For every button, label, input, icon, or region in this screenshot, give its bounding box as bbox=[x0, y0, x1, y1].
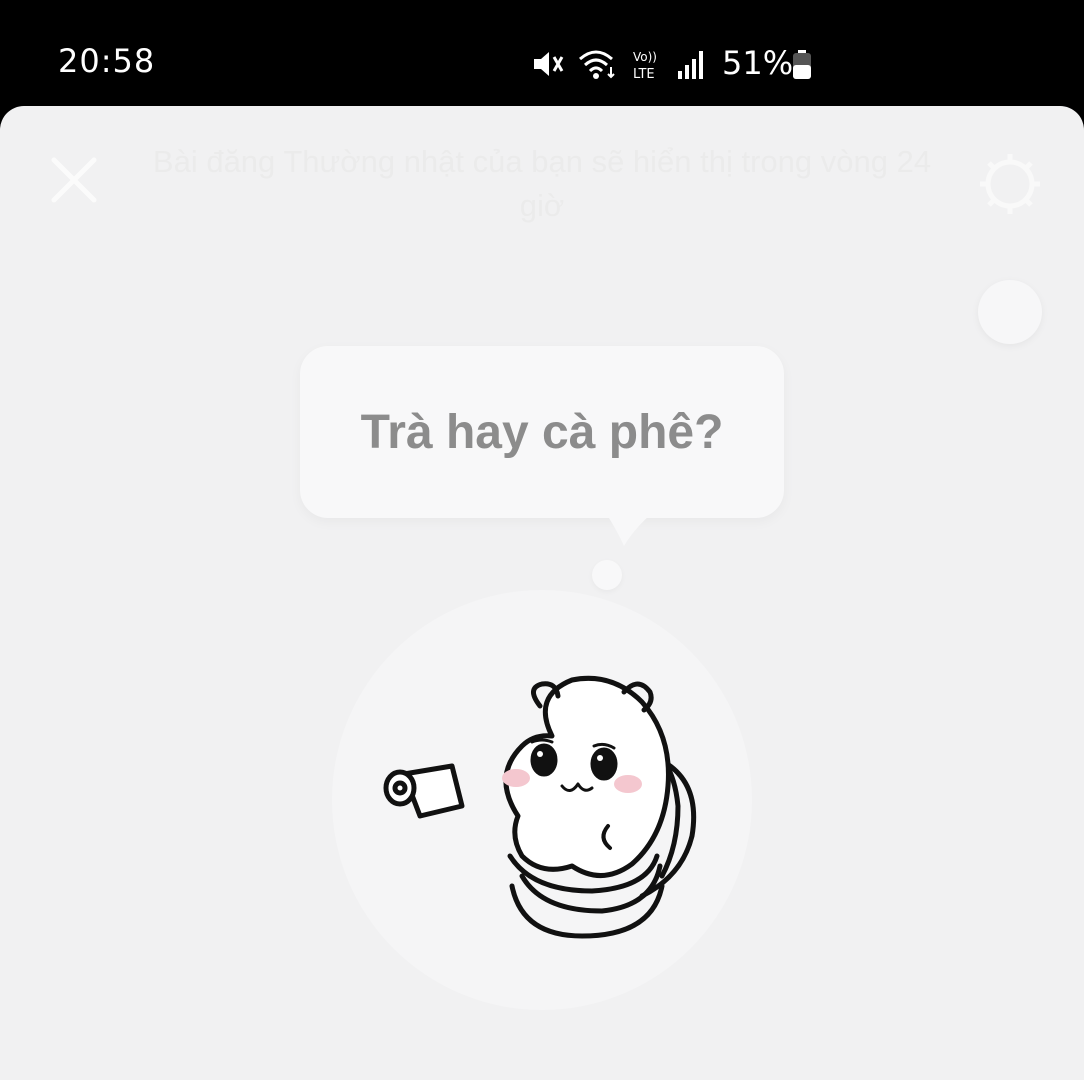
status-bar: 20:58 Vo)) LTE 51% bbox=[0, 0, 1084, 106]
audience-toggle-button[interactable] bbox=[978, 280, 1042, 344]
volte-lte-icon: Vo)) LTE bbox=[632, 47, 662, 81]
close-icon bbox=[51, 157, 97, 203]
mute-icon bbox=[530, 47, 564, 81]
hamster-on-toilet-sticker[interactable] bbox=[372, 666, 712, 946]
status-time: 20:58 bbox=[58, 42, 156, 80]
settings-icon bbox=[980, 154, 1040, 214]
bubble-tail bbox=[604, 510, 656, 546]
svg-text:LTE: LTE bbox=[633, 67, 655, 81]
status-icons: Vo)) LTE bbox=[530, 44, 708, 84]
notes-composer-sheet: Bài đăng Thường nhật của bạn sẽ hiển thị… bbox=[0, 106, 1084, 1080]
note-text: Trà hay cà phê? bbox=[360, 405, 724, 459]
signal-icon bbox=[676, 47, 708, 81]
bubble-dot bbox=[592, 560, 622, 590]
wifi-icon bbox=[578, 47, 618, 81]
note-bubble[interactable]: Trà hay cà phê? bbox=[300, 346, 784, 518]
close-button[interactable] bbox=[48, 154, 100, 206]
visibility-notice: Bài đăng Thường nhật của bạn sẽ hiển thị… bbox=[152, 144, 932, 223]
svg-text:Vo)): Vo)) bbox=[633, 50, 657, 64]
settings-button[interactable] bbox=[972, 146, 1048, 222]
battery-percent: 51% bbox=[722, 44, 794, 82]
battery-icon bbox=[792, 50, 812, 80]
hamster-sticker-image bbox=[383, 675, 697, 939]
